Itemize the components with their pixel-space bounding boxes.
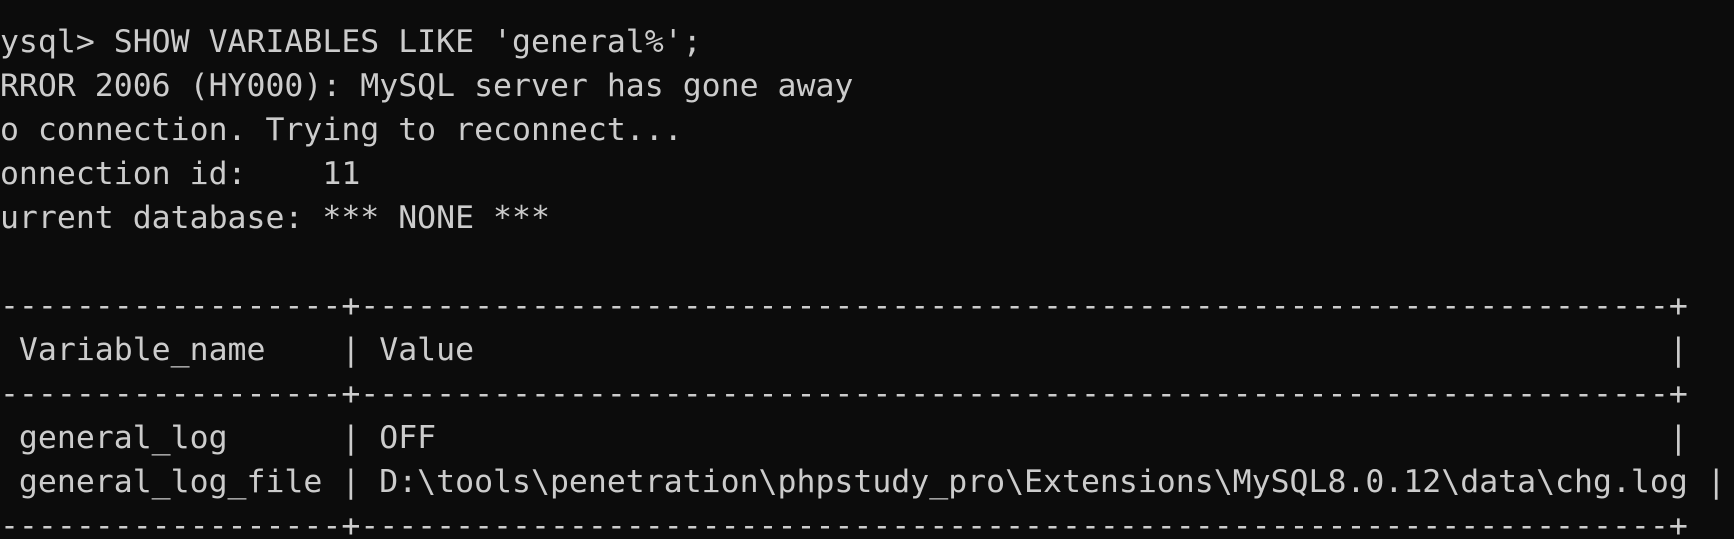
table-header-row: | Variable_name | Value |	[0, 332, 1688, 368]
terminal-window[interactable]: mysql> SHOW VARIABLES LIKE 'general%'; ER…	[0, 0, 1734, 539]
table-top-border: +------------------+--------------------…	[0, 288, 1688, 324]
table-row-general-log-file: | general_log_file | D:\tools\penetratio…	[0, 464, 1726, 500]
table-bottom-border: +------------------+--------------------…	[0, 508, 1688, 539]
current-database-line: Current database: *** NONE ***	[0, 200, 550, 236]
command-line: mysql> SHOW VARIABLES LIKE 'general%';	[0, 24, 702, 60]
table-row-general-log: | general_log | OFF |	[0, 420, 1688, 456]
error-line: ERROR 2006 (HY000): MySQL server has gon…	[0, 68, 854, 104]
reconnect-line: No connection. Trying to reconnect...	[0, 112, 683, 148]
terminal-output: mysql> SHOW VARIABLES LIKE 'general%'; ER…	[0, 20, 1726, 539]
connection-id-line: Connection id: 11	[0, 156, 361, 192]
table-header-border: +------------------+--------------------…	[0, 376, 1688, 412]
